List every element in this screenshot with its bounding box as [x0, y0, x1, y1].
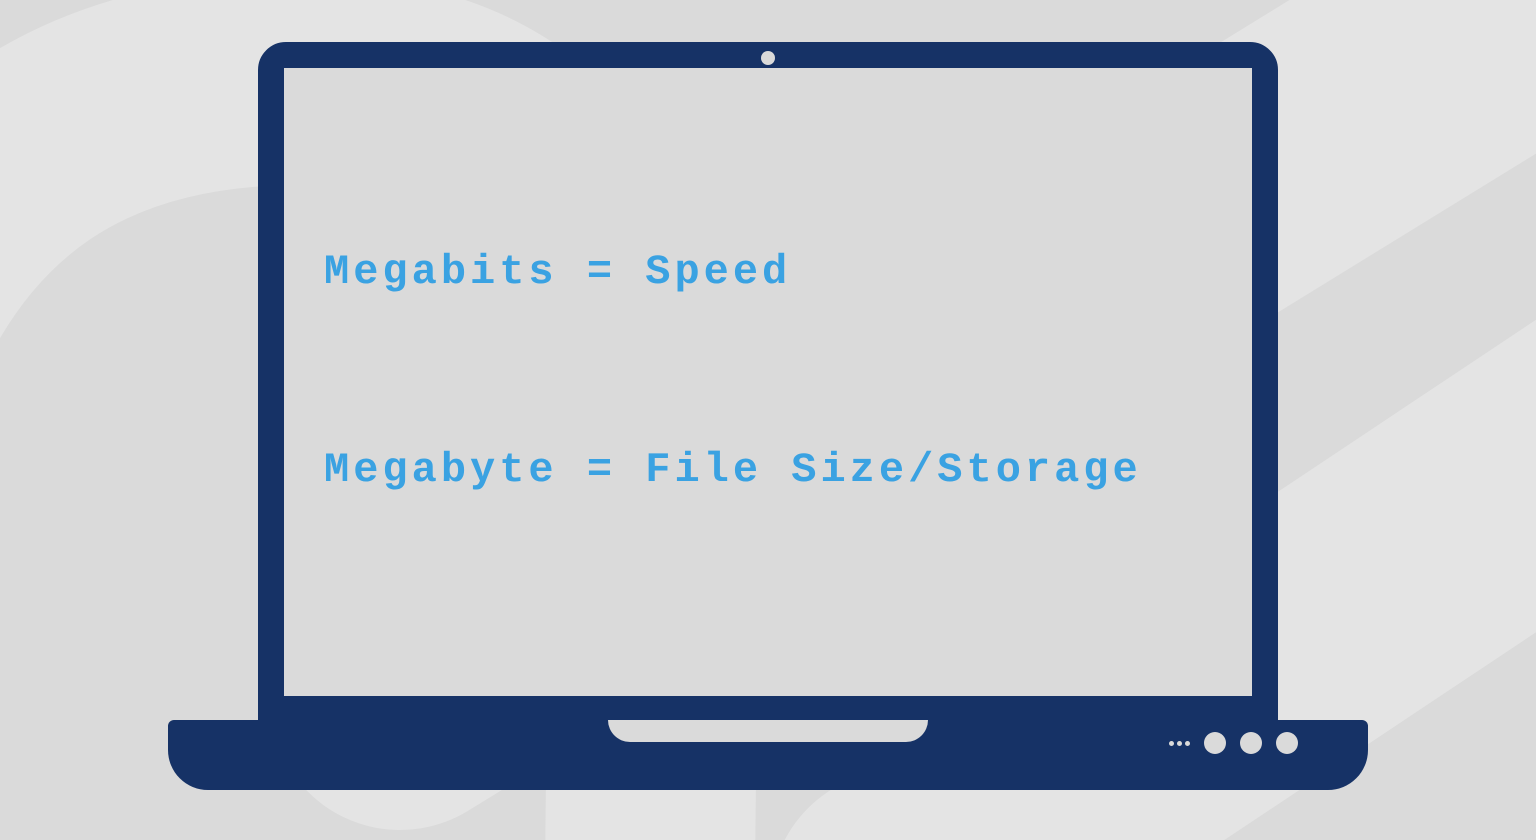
port-circle-icon: [1276, 732, 1298, 754]
port-circle-icon: [1204, 732, 1226, 754]
port-indicator-dots: [1169, 741, 1190, 746]
definition-megabyte: Megabyte = File Size/Storage: [324, 446, 1212, 494]
webcam-dot: [761, 51, 775, 65]
definition-megabits: Megabits = Speed: [324, 248, 1212, 296]
laptop-screen: Megabits = Speed Megabyte = File Size/St…: [284, 68, 1252, 696]
port-circle-icon: [1240, 732, 1262, 754]
laptop-ports: [1169, 732, 1298, 754]
laptop-base: [168, 720, 1368, 790]
laptop-illustration: Megabits = Speed Megabyte = File Size/St…: [168, 42, 1368, 790]
trackpad-notch: [608, 720, 928, 742]
laptop-lid: Megabits = Speed Megabyte = File Size/St…: [258, 42, 1278, 722]
